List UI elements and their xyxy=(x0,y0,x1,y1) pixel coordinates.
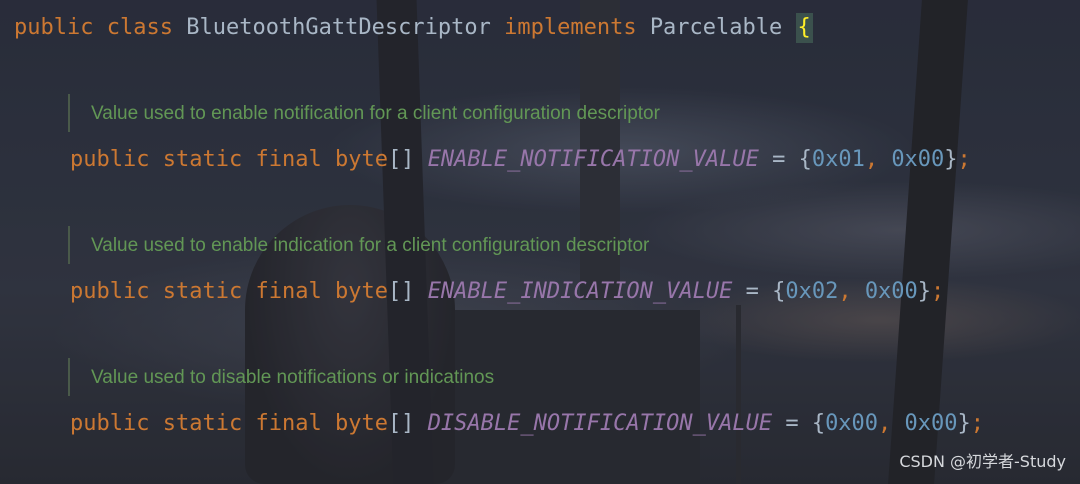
semicolon: ; xyxy=(957,147,971,172)
doc-comment-block xyxy=(68,94,70,132)
array-value-2: 0x00 xyxy=(891,147,945,172)
keyword-static: static xyxy=(162,147,243,172)
keyword-final: final xyxy=(255,279,322,304)
type-byte: byte xyxy=(334,279,388,304)
constant-name: ENABLE_NOTIFICATION_VALUE xyxy=(427,147,759,172)
array-brackets: [] xyxy=(387,411,415,436)
keyword-public: public xyxy=(14,15,94,40)
comma: , xyxy=(838,279,852,304)
field-declaration-line[interactable]: public static final byte[] DISABLE_NOTIF… xyxy=(70,409,984,439)
interface-name: Parcelable xyxy=(649,15,783,40)
semicolon: ; xyxy=(931,279,945,304)
comma: , xyxy=(864,147,879,172)
doc-comment-text: Value used to enable indication for a cl… xyxy=(91,235,650,256)
keyword-public: public xyxy=(70,147,150,172)
class-name: BluetoothGattDescriptor xyxy=(186,15,491,40)
type-byte: byte xyxy=(334,411,388,436)
doc-comment-text: Value used to disable notifications or i… xyxy=(91,367,495,388)
constant-name: DISABLE_NOTIFICATION_VALUE xyxy=(427,411,773,436)
assign-operator: = xyxy=(745,279,759,304)
doc-comment-block xyxy=(68,226,70,264)
keyword-class: class xyxy=(106,15,173,40)
matched-open-brace: { xyxy=(795,13,813,43)
comma: , xyxy=(878,411,892,436)
assign-operator: = xyxy=(772,147,786,172)
keyword-implements: implements xyxy=(504,15,637,40)
assign-operator: = xyxy=(785,411,799,436)
keyword-final: final xyxy=(255,147,322,172)
csdn-watermark: CSDN @初学者-Study xyxy=(899,452,1066,471)
class-declaration-line[interactable]: public class BluetoothGattDescriptor imp… xyxy=(14,13,813,43)
array-open-brace: { xyxy=(798,147,812,172)
array-open-brace: { xyxy=(811,411,826,436)
array-close-brace: } xyxy=(944,147,958,172)
field-declaration-line[interactable]: public static final byte[] ENABLE_NOTIFI… xyxy=(70,145,971,175)
array-open-brace: { xyxy=(772,279,786,304)
keyword-public: public xyxy=(70,279,150,304)
array-brackets: [] xyxy=(387,147,415,172)
array-value-2: 0x00 xyxy=(904,411,958,436)
array-close-brace: } xyxy=(957,411,971,436)
doc-comment-block xyxy=(68,358,70,396)
array-value-2: 0x00 xyxy=(864,279,918,304)
keyword-public: public xyxy=(70,411,150,436)
keyword-static: static xyxy=(162,411,243,436)
array-value-1: 0x00 xyxy=(825,411,879,436)
constant-name: ENABLE_INDICATION_VALUE xyxy=(427,279,733,304)
doc-comment-text: Value used to enable notification for a … xyxy=(91,103,660,124)
semicolon: ; xyxy=(970,411,985,436)
field-declaration-line[interactable]: public static final byte[] ENABLE_INDICA… xyxy=(70,277,944,307)
code-editor[interactable]: public class BluetoothGattDescriptor imp… xyxy=(0,0,1080,484)
keyword-static: static xyxy=(162,279,243,304)
array-value-1: 0x02 xyxy=(785,279,839,304)
type-byte: byte xyxy=(334,147,388,172)
keyword-final: final xyxy=(255,411,322,436)
array-close-brace: } xyxy=(917,279,932,304)
array-brackets: [] xyxy=(387,279,415,304)
array-value-1: 0x01 xyxy=(811,147,865,172)
